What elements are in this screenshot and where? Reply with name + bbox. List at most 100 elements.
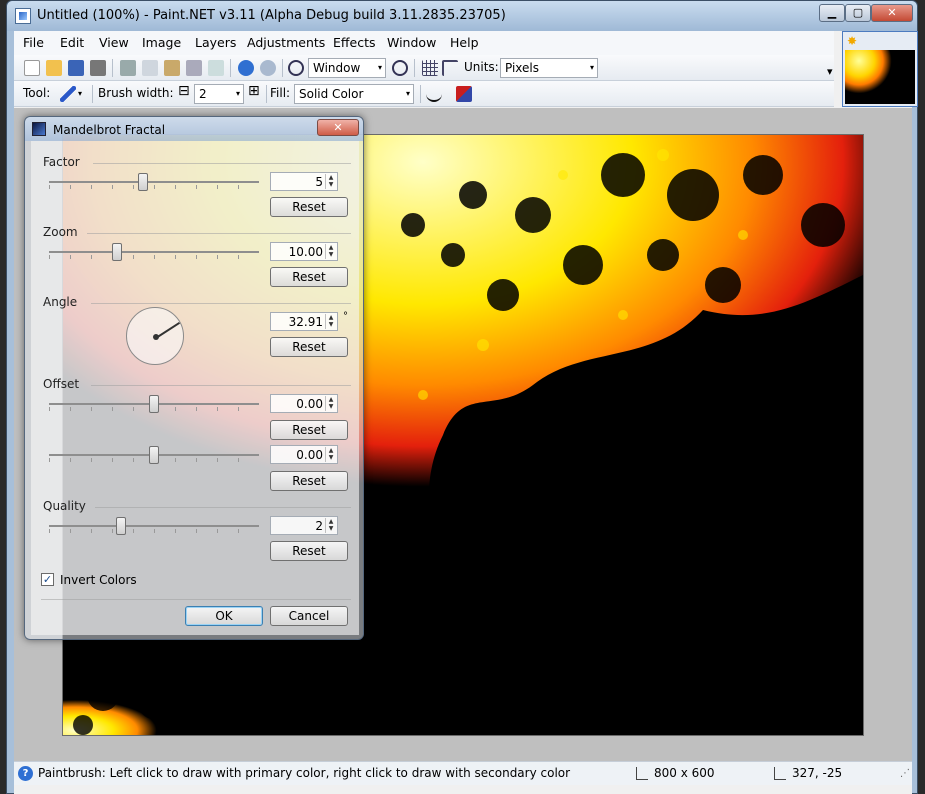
menu-edit[interactable]: Edit: [60, 35, 84, 50]
factor-slider[interactable]: [49, 181, 259, 183]
invert-colors-label[interactable]: Invert Colors: [60, 573, 137, 587]
menu-image[interactable]: Image: [142, 35, 181, 50]
copy-icon[interactable]: [142, 60, 158, 76]
zoom-spinner[interactable]: ▲ ▼: [325, 244, 336, 259]
spin-up-icon[interactable]: ▲: [329, 174, 334, 181]
factor-slider-ticks: [49, 185, 259, 189]
status-text: Paintbrush: Left click to draw with prim…: [38, 766, 571, 780]
factor-input[interactable]: 5 ▲ ▼: [270, 172, 338, 191]
brush-width-increase-button[interactable]: ⊞: [248, 83, 260, 99]
spin-up-icon[interactable]: ▲: [329, 518, 334, 525]
section-divider: [95, 507, 351, 508]
spin-up-icon[interactable]: ▲: [329, 314, 334, 321]
quality-slider-thumb[interactable]: [116, 517, 126, 535]
spin-up-icon[interactable]: ▲: [329, 244, 334, 251]
ok-button[interactable]: OK: [185, 606, 263, 626]
quality-value: 2: [315, 519, 323, 533]
minimize-button[interactable]: ▁: [819, 4, 845, 22]
spin-up-icon[interactable]: ▲: [329, 447, 334, 454]
brush-width-combo[interactable]: 2 ▾: [194, 84, 244, 104]
menu-window[interactable]: Window: [387, 35, 436, 50]
spin-down-icon[interactable]: ▼: [329, 181, 334, 188]
thumbnail-menu-arrow[interactable]: ▾: [827, 65, 833, 78]
maximize-button[interactable]: ▢: [845, 4, 871, 22]
new-file-icon[interactable]: [24, 60, 40, 76]
offset-x-slider-thumb[interactable]: [149, 395, 159, 413]
section-divider: [91, 303, 351, 304]
angle-spinner[interactable]: ▲ ▼: [325, 314, 336, 329]
quality-input[interactable]: 2 ▲ ▼: [270, 516, 338, 535]
dialog-title-bar[interactable]: Mandelbrot Fractal ✕: [25, 117, 363, 141]
angle-dial[interactable]: [126, 307, 184, 365]
zoom-input[interactable]: 10.00 ▲ ▼: [270, 242, 338, 261]
menu-effects[interactable]: Effects: [333, 35, 376, 50]
factor-spinner[interactable]: ▲ ▼: [325, 174, 336, 189]
angle-label: Angle: [43, 295, 78, 309]
fill-combo[interactable]: Solid Color ▾: [294, 84, 414, 104]
offset-x-spinner[interactable]: ▲ ▼: [325, 396, 336, 411]
save-icon[interactable]: [68, 60, 84, 76]
dialog-close-button[interactable]: ✕: [317, 119, 359, 136]
spin-down-icon[interactable]: ▼: [329, 454, 334, 461]
zoom-slider[interactable]: [49, 251, 259, 253]
paste-icon[interactable]: [164, 60, 180, 76]
open-folder-icon[interactable]: [46, 60, 62, 76]
spin-down-icon[interactable]: ▼: [329, 251, 334, 258]
grid-icon[interactable]: [422, 60, 438, 76]
offset-x-input[interactable]: 0.00 ▲ ▼: [270, 394, 338, 413]
blend-mode-icon[interactable]: [456, 86, 472, 102]
zoom-reset-button[interactable]: Reset: [270, 267, 348, 287]
angle-input[interactable]: 32.91 ▲ ▼: [270, 312, 338, 331]
undo-icon[interactable]: [238, 60, 254, 76]
angle-value: 32.91: [288, 315, 323, 329]
menu-help[interactable]: Help: [450, 35, 479, 50]
invert-colors-checkbox[interactable]: ✓: [41, 573, 54, 586]
offset-y-slider-thumb[interactable]: [149, 446, 159, 464]
quality-slider[interactable]: [49, 525, 259, 527]
deselect-icon[interactable]: [208, 60, 224, 76]
spin-up-icon[interactable]: ▲: [329, 396, 334, 403]
image-thumbnail[interactable]: ✸: [842, 31, 918, 107]
factor-slider-thumb[interactable]: [138, 173, 148, 191]
close-button[interactable]: ✕: [871, 4, 913, 22]
menu-file[interactable]: File: [23, 35, 44, 50]
paintbrush-icon[interactable]: [60, 86, 76, 102]
chevron-down-icon: ▾: [235, 89, 240, 98]
fill-value: Solid Color: [299, 87, 364, 101]
antialiasing-icon[interactable]: [426, 86, 442, 102]
zoom-combo[interactable]: Window ▾: [308, 58, 386, 78]
offset-label: Offset: [43, 377, 80, 391]
quality-spinner[interactable]: ▲ ▼: [325, 518, 336, 533]
angle-unit: °: [343, 311, 348, 322]
crop-icon[interactable]: [186, 60, 202, 76]
zoom-slider-thumb[interactable]: [112, 243, 122, 261]
cancel-button[interactable]: Cancel: [270, 606, 348, 626]
section-divider: [93, 163, 351, 164]
offset-y-input[interactable]: 0.00 ▲ ▼: [270, 445, 338, 464]
spin-down-icon[interactable]: ▼: [329, 525, 334, 532]
offset-y-reset-button[interactable]: Reset: [270, 471, 348, 491]
offset-x-reset-button[interactable]: Reset: [270, 420, 348, 440]
cut-icon[interactable]: [120, 60, 136, 76]
toolbar-separator: [414, 59, 415, 77]
title-bar[interactable]: Untitled (100%) - Paint.NET v3.11 (Alpha…: [7, 1, 917, 31]
zoom-value: 10.00: [288, 245, 323, 259]
menu-layers[interactable]: Layers: [195, 35, 236, 50]
units-combo[interactable]: Pixels ▾: [500, 58, 598, 78]
spin-down-icon[interactable]: ▼: [329, 321, 334, 328]
rulers-icon[interactable]: [442, 60, 458, 76]
redo-icon[interactable]: [260, 60, 276, 76]
brush-width-decrease-button[interactable]: ⊟: [178, 83, 190, 99]
menu-adjustments[interactable]: Adjustments: [247, 35, 325, 50]
spin-down-icon[interactable]: ▼: [329, 403, 334, 410]
quality-reset-button[interactable]: Reset: [270, 541, 348, 561]
angle-reset-button[interactable]: Reset: [270, 337, 348, 357]
resize-grip[interactable]: ⋰: [900, 768, 910, 779]
tool-dropdown-arrow[interactable]: ▾: [78, 89, 82, 98]
zoom-out-icon[interactable]: [288, 60, 304, 76]
print-icon[interactable]: [90, 60, 106, 76]
zoom-in-icon[interactable]: [392, 60, 408, 76]
factor-reset-button[interactable]: Reset: [270, 197, 348, 217]
offset-y-spinner[interactable]: ▲ ▼: [325, 447, 336, 462]
menu-view[interactable]: View: [99, 35, 129, 50]
